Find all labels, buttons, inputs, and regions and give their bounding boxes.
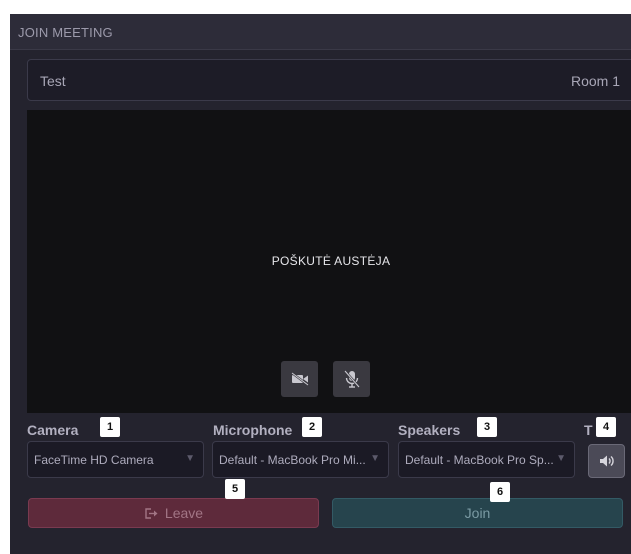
camera-select[interactable]: FaceTime HD Camera ▼ [27,441,204,478]
exit-icon [145,507,158,519]
meeting-info-bar: Test Room 1 [27,59,631,101]
badge-3: 3 [477,417,497,437]
speakers-label: Speakers [398,422,461,438]
dropdown-arrow-icon: ▼ [185,453,195,464]
microphone-toggle-button[interactable] [333,361,370,397]
panel-title: JOIN MEETING [18,25,113,40]
video-preview: POŠKUTĖ AUSTĖJA [27,110,631,413]
microphone-select[interactable]: Default - MacBook Pro Mi... ▼ [212,441,389,478]
test-speakers-button[interactable] [588,444,625,478]
badge-2: 2 [302,417,322,437]
microphone-label: Microphone [213,422,293,438]
speaker-icon [599,455,614,467]
camera-toggle-button[interactable] [281,361,318,397]
badge-6: 6 [490,482,510,502]
microphone-select-value: Default - MacBook Pro Mi... [219,453,366,467]
room-name: Room 1 [570,73,620,89]
camera-label: Camera [27,422,79,438]
mic-off-icon [343,370,360,388]
badge-4: 4 [596,417,616,437]
speakers-select[interactable]: Default - MacBook Pro Sp... ▼ [398,441,575,478]
dropdown-arrow-icon: ▼ [370,453,380,464]
test-label: T [584,422,593,438]
camera-select-value: FaceTime HD Camera [34,453,154,467]
title-bar: JOIN MEETING [10,14,631,50]
camera-off-icon [290,372,309,386]
join-label: Join [464,505,491,521]
participant-name: POŠKUTĖ AUSTĖJA [271,254,391,268]
badge-1: 1 [100,417,120,437]
speakers-select-value: Default - MacBook Pro Sp... [405,453,554,467]
leave-button[interactable]: Leave [28,498,319,528]
dropdown-arrow-icon: ▼ [556,453,566,464]
badge-5: 5 [225,479,245,499]
meeting-name: Test [40,73,66,89]
join-meeting-panel: JOIN MEETING Test Room 1 POŠKUTĖ AUSTĖJA [10,14,631,554]
leave-label: Leave [164,505,204,521]
join-button[interactable]: Join [332,498,623,528]
